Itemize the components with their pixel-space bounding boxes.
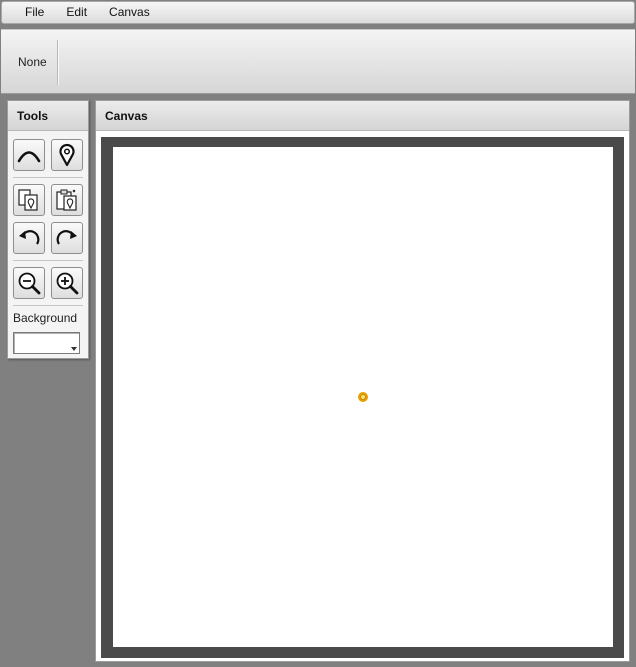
curve-tool-button[interactable] bbox=[13, 139, 45, 171]
zoom-in-icon bbox=[56, 272, 79, 295]
canvas-frame bbox=[101, 137, 624, 658]
paste-icon bbox=[56, 189, 77, 211]
menu-edit[interactable]: Edit bbox=[55, 2, 98, 23]
paste-button[interactable] bbox=[51, 184, 83, 216]
copy-icon bbox=[18, 189, 38, 211]
property-bar: None bbox=[1, 29, 635, 94]
point-tool-button[interactable] bbox=[51, 139, 83, 171]
menu-canvas[interactable]: Canvas bbox=[98, 2, 161, 23]
dropdown-arrow-icon bbox=[71, 347, 77, 351]
redo-button[interactable] bbox=[51, 222, 83, 254]
zoom-out-button[interactable] bbox=[13, 267, 45, 299]
zoom-out-icon bbox=[18, 272, 41, 295]
background-color-select[interactable] bbox=[13, 332, 80, 354]
property-bar-divider bbox=[57, 40, 58, 85]
tools-divider bbox=[13, 177, 83, 178]
canvas-panel: Canvas bbox=[95, 100, 630, 662]
redo-icon bbox=[56, 230, 77, 245]
canvas-panel-title: Canvas bbox=[96, 101, 629, 131]
tools-divider bbox=[13, 305, 83, 306]
undo-button[interactable] bbox=[13, 222, 45, 254]
menu-bar: File Edit Canvas bbox=[1, 1, 635, 24]
undo-icon bbox=[19, 230, 40, 245]
copy-button[interactable] bbox=[13, 184, 45, 216]
tools-panel-title: Tools bbox=[8, 101, 88, 131]
canvas-point[interactable] bbox=[358, 392, 368, 402]
tools-divider bbox=[13, 260, 83, 261]
drawing-canvas[interactable] bbox=[113, 147, 613, 647]
background-label: Background bbox=[13, 311, 78, 325]
menu-file[interactable]: File bbox=[14, 2, 55, 23]
selection-label: None bbox=[18, 55, 47, 69]
arc-icon bbox=[17, 151, 41, 163]
zoom-in-button[interactable] bbox=[51, 267, 83, 299]
tools-panel: Tools Background bbox=[7, 100, 89, 359]
map-pin-icon bbox=[59, 143, 75, 167]
